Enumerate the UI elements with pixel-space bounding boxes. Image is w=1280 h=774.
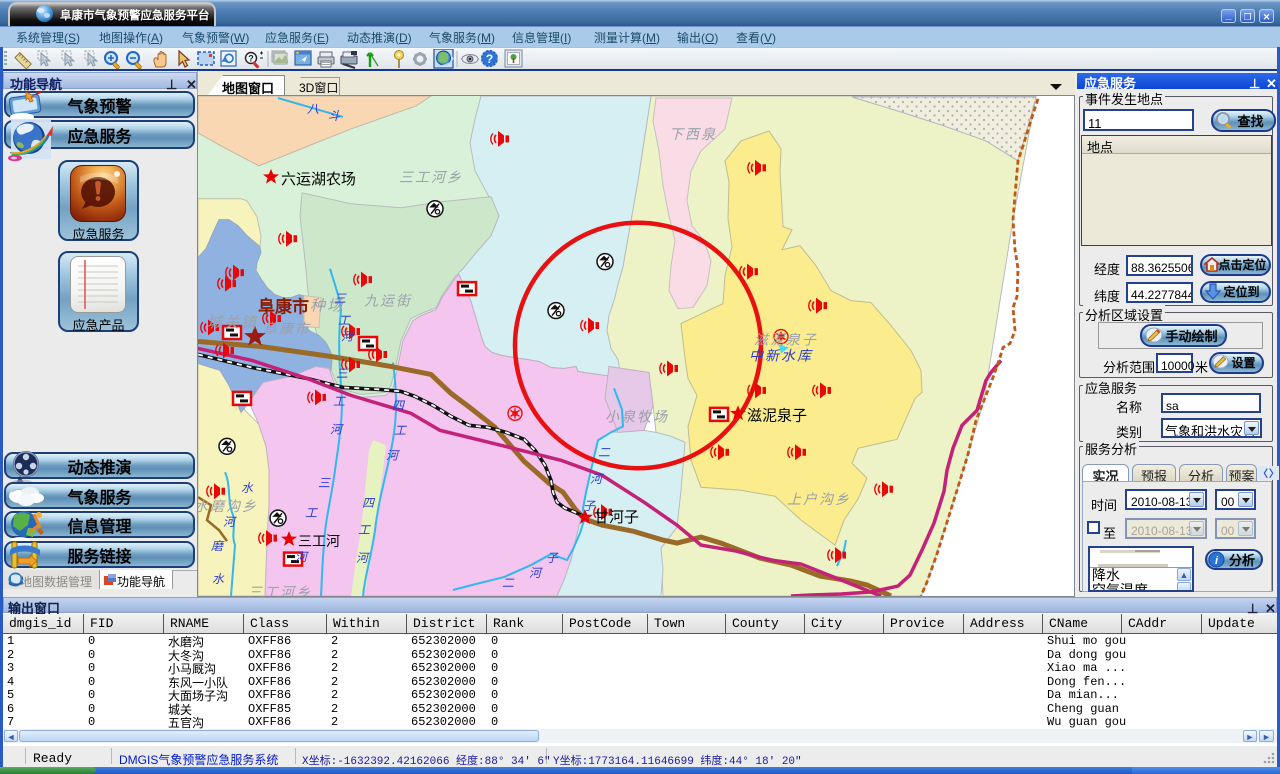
svg-text:磨: 磨: [211, 537, 225, 554]
svg-text:三工河: 三工河: [298, 531, 340, 551]
svg-text:工: 工: [338, 312, 351, 329]
svg-text:城关镇: 城关镇: [207, 312, 258, 333]
svg-text:九运街: 九运街: [364, 291, 412, 311]
svg-text:三工河乡: 三工河乡: [248, 582, 312, 597]
svg-text:河: 河: [590, 470, 604, 487]
svg-text:阜康市: 阜康市: [258, 293, 309, 318]
svg-text:工: 工: [333, 392, 346, 409]
svg-text:子: 子: [546, 549, 559, 566]
svg-text:工: 工: [394, 421, 407, 438]
svg-text:水: 水: [212, 570, 225, 587]
svg-text:水: 水: [241, 479, 254, 496]
svg-text:八: 八: [307, 100, 319, 117]
svg-text:四: 四: [392, 396, 406, 413]
svg-text:河: 河: [223, 513, 237, 530]
svg-text:三: 三: [336, 364, 349, 381]
svg-text:六运湖农场: 六运湖农场: [281, 168, 356, 189]
svg-text:工: 工: [358, 521, 371, 538]
svg-text:河: 河: [386, 446, 400, 463]
svg-text:下西泉: 下西泉: [669, 124, 717, 144]
svg-text:小泉牧场: 小泉牧场: [605, 406, 669, 426]
svg-text:斗: 斗: [328, 107, 341, 124]
svg-text:河: 河: [529, 564, 543, 581]
svg-text:甘河子: 甘河子: [594, 506, 639, 527]
svg-text:河: 河: [330, 420, 344, 437]
svg-text:四: 四: [362, 494, 376, 511]
svg-text:滋泥泉子: 滋泥泉子: [747, 404, 807, 425]
svg-text:三: 三: [334, 290, 347, 307]
svg-text:上户沟乡: 上户沟乡: [787, 489, 851, 509]
svg-text:三: 三: [318, 474, 331, 491]
svg-text:?: ?: [486, 50, 493, 67]
svg-text:河: 河: [356, 549, 370, 566]
svg-text:工: 工: [305, 504, 318, 521]
svg-text:阜康市: 阜康市: [263, 319, 311, 339]
svg-text:二: 二: [502, 574, 515, 591]
svg-text:二: 二: [598, 443, 611, 460]
svg-text:河: 河: [341, 328, 355, 345]
svg-text:三工河乡: 三工河乡: [399, 167, 463, 187]
